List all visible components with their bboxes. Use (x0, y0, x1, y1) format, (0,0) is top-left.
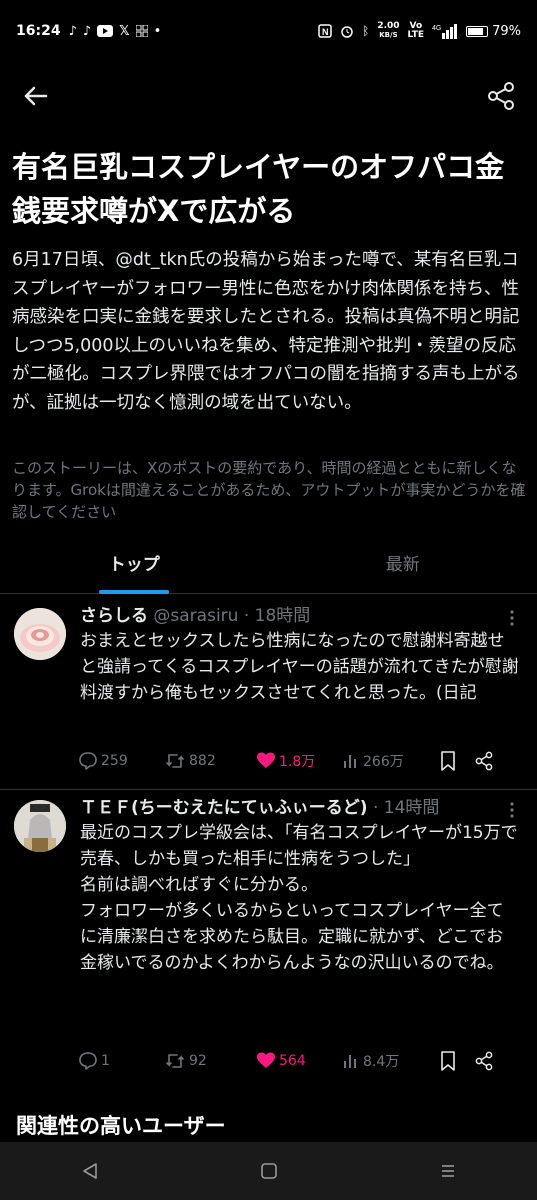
views-icon (344, 755, 356, 768)
grok-disclaimer: このストーリーは、Xのポストの要約であり、時間の経過とともに新しくなります。Gr… (12, 459, 526, 521)
views-button[interactable]: 8.4万 (342, 1051, 432, 1071)
reply-count: 259 (101, 753, 128, 769)
repost-icon (166, 1054, 184, 1068)
status-bar: 16:24 ♪ ♪ 𝕏 • N ᛒ 2.00 KB/S Vo LTE 4G 79% (0, 0, 537, 62)
battery-icon (466, 25, 489, 37)
svg-text:4G: 4G (432, 25, 441, 32)
post-text: おまえとセックスしたら性病になったので慰謝料寄越せと強請ってくるコスプレイヤーの… (80, 631, 519, 703)
like-count: 1.8万 (279, 754, 316, 770)
signal-icon: 4G (432, 24, 458, 39)
story-headline: 有名巨乳コスプレイヤーのオフパコ金銭要求噂がXで広がる (12, 150, 505, 228)
youtube-icon (97, 25, 114, 37)
view-count: 8.4万 (363, 1054, 400, 1070)
speed-unit: KB/S (379, 31, 398, 39)
like-count: 564 (279, 1053, 306, 1069)
bookmark-icon[interactable] (438, 1050, 458, 1072)
screen: 16:24 ♪ ♪ 𝕏 • N ᛒ 2.00 KB/S Vo LTE 4G 79% (0, 0, 537, 1200)
battery: 79% (466, 24, 521, 39)
volte-icon: Vo LTE (407, 21, 425, 40)
repost-button[interactable]: 882 (164, 751, 256, 771)
repost-count: 92 (189, 1053, 207, 1069)
tab-top[interactable]: トップ (0, 540, 269, 594)
post-header: ＴＥＦ(ちーむえたにてぃふぃーるど) · 14時間 (80, 796, 439, 820)
triangle-back-icon (82, 1163, 97, 1179)
swiss-roll-avatar-icon (14, 608, 66, 660)
tab-top-label: トップ (108, 555, 160, 575)
tiktok-icon: ♪ (82, 23, 92, 39)
post-item[interactable]: ＴＥＦ(ちーむえたにてぃふぃーるど) · 14時間 最近のコスプレ学級会は、「有… (0, 792, 537, 1088)
notification-icons: ♪ ♪ 𝕏 • (69, 24, 162, 39)
avatar[interactable] (14, 608, 66, 660)
post-time: · 18時間 (243, 606, 311, 626)
author-handle[interactable]: @sarasiru (153, 606, 238, 626)
system-nav-bar (0, 1142, 537, 1200)
bluetooth-icon: ᛒ (362, 24, 370, 38)
arrow-left-icon[interactable] (20, 80, 52, 112)
share-icon[interactable] (485, 80, 517, 112)
bookmark-icon[interactable] (438, 750, 458, 772)
square-home-icon (260, 1163, 277, 1179)
reply-icon (79, 752, 97, 770)
more-icon[interactable] (505, 608, 519, 628)
heart-icon (257, 1052, 275, 1068)
repost-button[interactable]: 92 (164, 1051, 256, 1071)
status-time: 16:24 (16, 23, 61, 39)
battery-level: 79% (492, 23, 521, 39)
x-icon: 𝕏 (119, 23, 130, 39)
nav-home-button[interactable] (249, 1151, 289, 1191)
repost-icon (166, 754, 184, 768)
system-icons: N ᛒ 2.00 KB/S Vo LTE 4G 79% (318, 22, 521, 40)
like-button[interactable]: 1.8万 (256, 751, 342, 771)
story-summary: 6月17日頃、@dt_tkn氏の投稿から始まった噂で、某有名巨乳コスプレイヤーが… (12, 250, 520, 413)
post-item[interactable]: さらしる @sarasiru · 18時間 おまえとセックスしたら性病になったの… (0, 600, 537, 790)
reply-button[interactable]: 259 (78, 751, 164, 771)
repost-count: 882 (189, 753, 216, 769)
nav-back-button[interactable] (70, 1151, 110, 1191)
speed-value: 2.00 (377, 21, 400, 31)
view-count: 266万 (363, 754, 404, 770)
alarm-icon (341, 26, 353, 38)
reply-icon (79, 1052, 97, 1070)
share-icon[interactable] (474, 751, 494, 771)
menu-lines-icon (441, 1165, 454, 1177)
svg-text:N: N (322, 27, 329, 37)
post-header: さらしる @sarasiru · 18時間 (80, 604, 310, 628)
share-icon[interactable] (474, 1051, 494, 1071)
tab-bar: トップ 最新 (0, 540, 537, 594)
post-actions: 1 92 564 8.4万 (78, 1046, 518, 1076)
nfc-icon: N (318, 24, 332, 38)
tiktok-icon: ♪ (68, 23, 77, 39)
post-time: · 14時間 (372, 798, 440, 818)
reply-count: 1 (101, 1053, 110, 1069)
grid-icon (135, 25, 148, 37)
more-icon[interactable] (505, 800, 519, 820)
network-speed: 2.00 KB/S (377, 22, 399, 40)
heart-icon (257, 752, 275, 768)
active-tab-indicator (99, 590, 170, 594)
views-button[interactable]: 266万 (342, 751, 432, 771)
related-users-title: 関連性の高いユーザー (16, 1114, 226, 1138)
tab-latest[interactable]: 最新 (269, 540, 537, 593)
dot-icon: • (153, 23, 162, 39)
nav-recents-button[interactable] (428, 1151, 468, 1191)
author-name[interactable]: ＴＥＦ(ちーむえたにてぃふぃーるど) (80, 798, 368, 818)
post-text: 最近のコスプレ学級会は、「有名コスプレイヤーが15万で売春、しかも買った相手に性… (80, 823, 518, 973)
tab-latest-label: 最新 (385, 555, 420, 575)
top-nav (0, 70, 537, 120)
reply-button[interactable]: 1 (78, 1051, 164, 1071)
views-icon (344, 1055, 356, 1068)
author-name[interactable]: さらしる (80, 606, 148, 626)
avatar[interactable] (14, 800, 66, 852)
post-actions: 259 882 1.8万 266万 (78, 746, 518, 776)
like-button[interactable]: 564 (256, 1051, 342, 1071)
cosplayer-avatar-icon (14, 800, 66, 852)
